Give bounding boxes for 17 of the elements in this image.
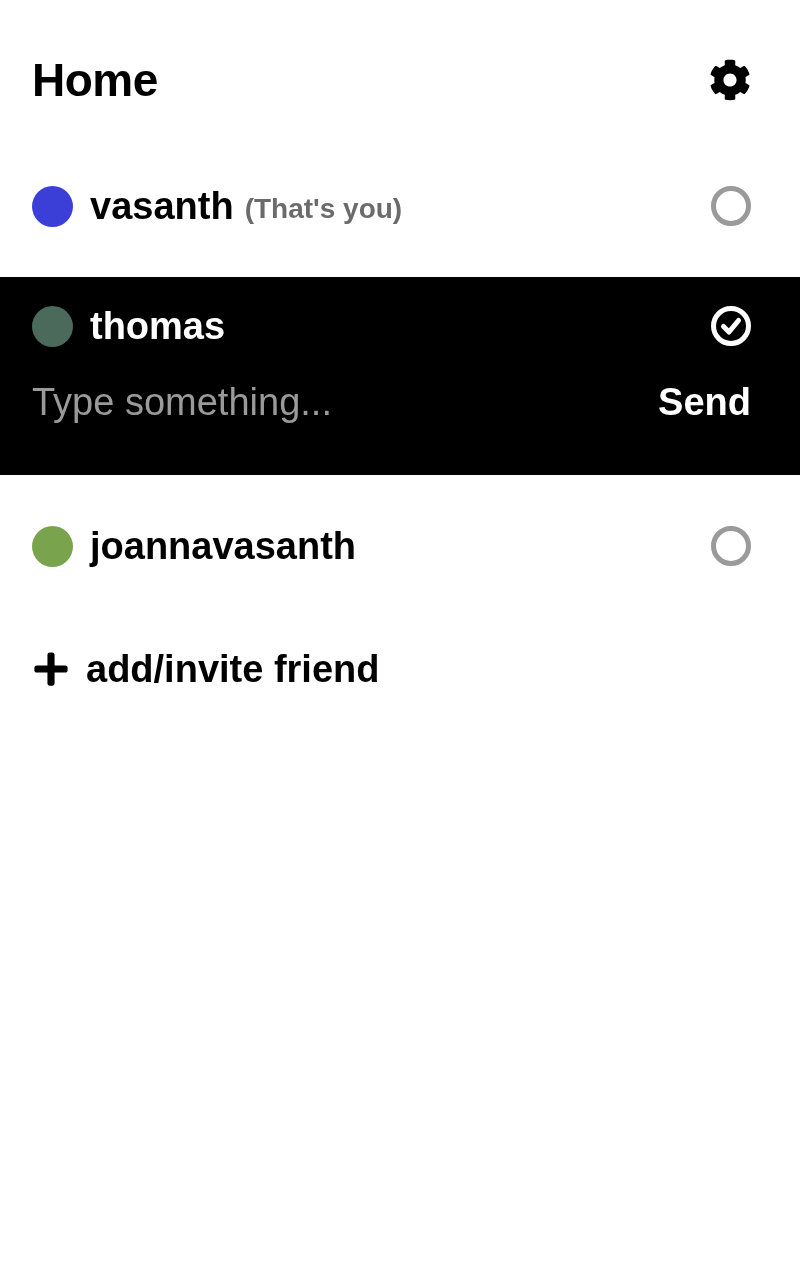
empty-circle-icon[interactable]: [711, 186, 751, 226]
plus-icon: [32, 650, 70, 688]
friend-name: thomas: [90, 304, 226, 349]
page-title: Home: [32, 55, 158, 105]
settings-button[interactable]: [709, 59, 751, 101]
settings-icon: [709, 59, 751, 101]
add-friend-button[interactable]: add/invite friend: [32, 644, 380, 694]
send-button[interactable]: Send: [658, 379, 751, 425]
friend-row[interactable]: vasanth (That's you): [0, 157, 800, 255]
self-note: (That's you): [244, 193, 403, 225]
check-circle-icon[interactable]: [711, 306, 751, 346]
friend-name: vasanth: [90, 184, 234, 229]
friend-name: joannavasanth: [90, 524, 357, 569]
selected-friend-row[interactable]: thomas Type something... Send: [0, 277, 800, 475]
empty-circle-icon[interactable]: [711, 526, 751, 566]
message-input[interactable]: Type something...: [32, 377, 659, 427]
friend-row[interactable]: joannavasanth: [0, 497, 800, 595]
